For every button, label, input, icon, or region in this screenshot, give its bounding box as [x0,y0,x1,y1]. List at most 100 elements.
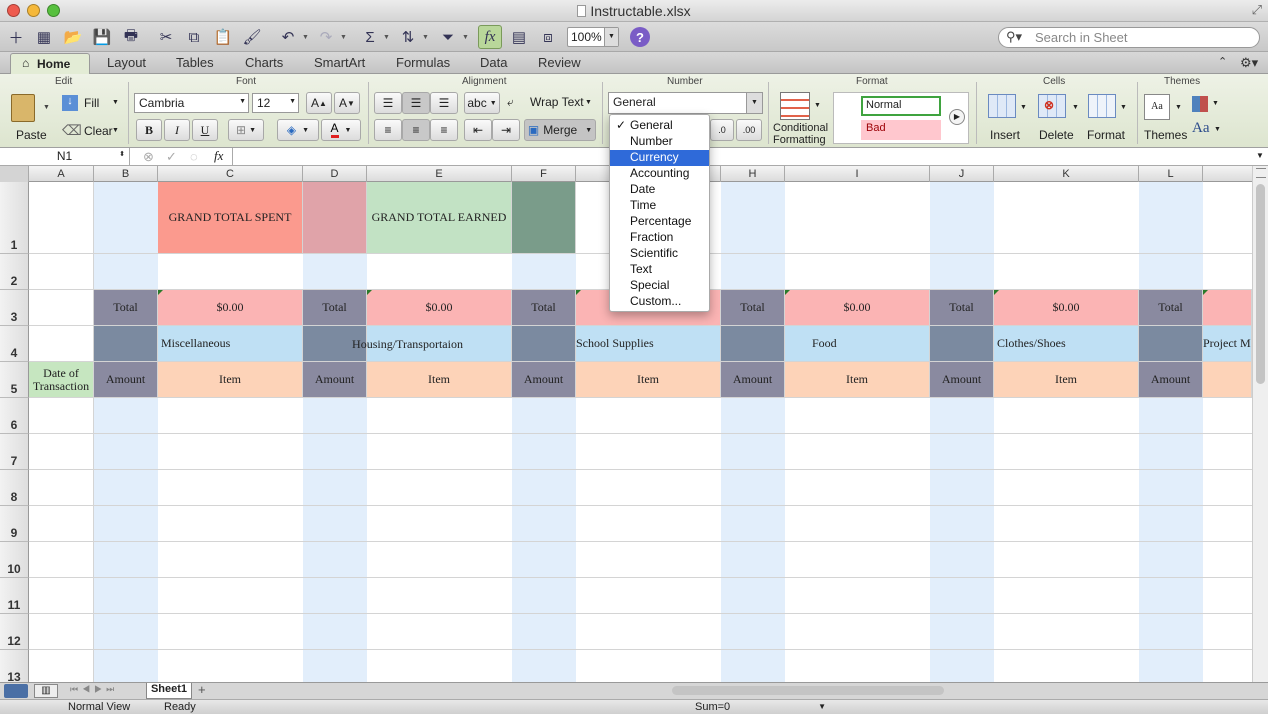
formula-input[interactable] [232,148,1252,165]
decrease-font-size-button[interactable]: A ▼ [334,92,360,114]
menu-item-text[interactable]: Text [610,262,709,278]
cell-l5[interactable]: Amount [1139,362,1203,398]
templates-icon[interactable]: ▦ [32,25,56,49]
column-header-h[interactable]: H [721,166,785,182]
cell-c1[interactable]: GRAND TOTAL SPENT [158,182,303,254]
font-size-input[interactable]: 12 ▼ [252,93,299,113]
cell-d3[interactable]: Total [303,290,367,326]
filter-dropdown-icon[interactable]: ▼ [462,34,469,41]
menu-item-special[interactable]: Special [610,278,709,294]
cancel-formula-icon[interactable]: ⊗ [143,149,154,165]
cell-b3[interactable]: Total [94,290,158,326]
cut-icon[interactable]: ✂ [154,25,178,49]
status-sum-select[interactable]: Sum=0 ▼ [692,700,830,714]
confirm-formula-icon[interactable]: ✓ [166,149,177,165]
menu-item-number[interactable]: Number [610,134,709,150]
row-header-10[interactable]: 10 [0,542,29,578]
insert-dropdown-icon[interactable]: ▼ [1020,104,1027,111]
align-bottom-button[interactable]: ☰ [430,92,458,114]
undo-icon[interactable]: ↶ [276,25,300,49]
paste-dropdown-icon[interactable]: ▼ [43,104,50,111]
styles-next-icon[interactable]: ▶ [949,109,965,125]
column-header-a[interactable]: A [29,166,94,182]
cell-d5[interactable]: Amount [303,362,367,398]
clear-button[interactable]: ⌫ Clear ▼ [62,122,122,142]
gallery-icon[interactable]: ▤ [507,25,531,49]
status-sum-dropdown-icon[interactable]: ▼ [818,702,826,711]
cell-i3[interactable]: $0.00 [785,290,930,326]
cell-i4[interactable]: Food [785,326,930,362]
page-layout-view-icon[interactable]: ▥ [34,684,58,698]
row-header-9[interactable]: 9 [0,506,29,542]
cell-g4[interactable]: School Supplies [576,326,721,362]
underline-button[interactable]: U [192,119,218,141]
style-normal[interactable]: Normal [861,96,941,116]
decrease-decimal-button[interactable]: .00 [736,119,762,141]
row-header-7[interactable]: 7 [0,434,29,470]
collapse-ribbon-icon[interactable]: ⌃ [1218,55,1227,68]
zoom-dropdown-icon[interactable]: ▼ [604,28,618,46]
column-header-b[interactable]: B [94,166,158,182]
normal-view-icon[interactable] [4,684,28,698]
redo-dropdown-icon[interactable]: ▼ [340,34,347,41]
cell-e1[interactable]: GRAND TOTAL EARNED [367,182,512,254]
column-header-f[interactable]: F [512,166,576,182]
font-size-dropdown-icon[interactable]: ▼ [289,98,296,105]
row-header-3[interactable]: 3 [0,290,29,326]
select-all-corner[interactable] [0,166,29,182]
autosum-dropdown-icon[interactable]: ▼ [383,34,390,41]
row-header-11[interactable]: 11 [0,578,29,614]
paste-button[interactable]: ▼ Paste [9,94,51,144]
cell-b4[interactable] [94,326,158,362]
insert-button[interactable]: ▼ Insert [984,94,1028,144]
vertical-scrollbar[interactable] [1252,166,1268,682]
text-orientation-button[interactable]: abc ▼ [464,92,500,114]
paste-icon[interactable]: 📋 [211,25,235,49]
column-header-k[interactable]: K [994,166,1139,182]
sort-icon[interactable]: ⇅ [396,25,420,49]
cell-j3[interactable]: Total [930,290,994,326]
add-sheet-icon[interactable]: + [198,682,206,697]
fill-dropdown-icon[interactable]: ▼ [112,99,119,106]
align-right-button[interactable]: ≡ [430,119,458,141]
name-box-stepper-icon[interactable]: ⬍ [119,150,125,158]
tab-data[interactable]: Data [480,55,507,70]
menu-item-scientific[interactable]: Scientific [610,246,709,262]
theme-fonts-dropdown-icon[interactable]: ▼ [1214,126,1221,133]
cell-c3[interactable]: $0.00 [158,290,303,326]
ribbon-settings-icon[interactable]: ⚙▾ [1240,55,1258,71]
cell-m4[interactable]: Project Ma [1203,326,1252,362]
tab-layout[interactable]: Layout [107,55,146,70]
column-header-l[interactable]: L [1139,166,1203,182]
themes-dropdown-icon[interactable]: ▼ [1175,104,1182,111]
column-header-c[interactable]: C [158,166,303,182]
cell-g5[interactable]: Item [576,362,721,398]
number-format-dropdown-icon[interactable]: ▼ [746,93,762,113]
align-middle-button[interactable]: ☰ [402,92,430,114]
font-name-dropdown-icon[interactable]: ▼ [239,98,246,105]
sheet-nav-icons[interactable]: ⏮◀▶⏭ [70,684,118,695]
menu-item-currency[interactable]: Currency [610,150,709,166]
fill-color-button[interactable]: ◈ ▼ [277,119,319,141]
increase-decimal-button[interactable]: .0 [710,119,734,141]
column-header-j[interactable]: J [930,166,994,182]
row-header-6[interactable]: 6 [0,398,29,434]
cell-f5[interactable]: Amount [512,362,576,398]
insert-function-icon[interactable]: fx [214,148,223,164]
format-painter-icon[interactable]: 🖌 [240,25,264,49]
conditional-formatting-button[interactable]: ▼ Conditional Formatting [772,92,832,146]
cell-c4[interactable]: Miscellaneous [158,326,303,362]
cell-l3[interactable]: Total [1139,290,1203,326]
cell-e3[interactable]: $0.00 [367,290,512,326]
align-left-button[interactable]: ≡ [374,119,402,141]
cell-k5[interactable]: Item [994,362,1139,398]
column-header-e[interactable]: E [367,166,512,182]
delete-dropdown-icon[interactable]: ▼ [1072,104,1079,111]
cell-j5[interactable]: Amount [930,362,994,398]
row-header-8[interactable]: 8 [0,470,29,506]
column-header-i[interactable]: I [785,166,930,182]
style-bad[interactable]: Bad [861,120,941,140]
cell-d1[interactable] [303,182,367,254]
tab-smartart[interactable]: SmartArt [314,55,365,70]
themes-button[interactable]: Aa ▼ Themes [1142,94,1187,144]
